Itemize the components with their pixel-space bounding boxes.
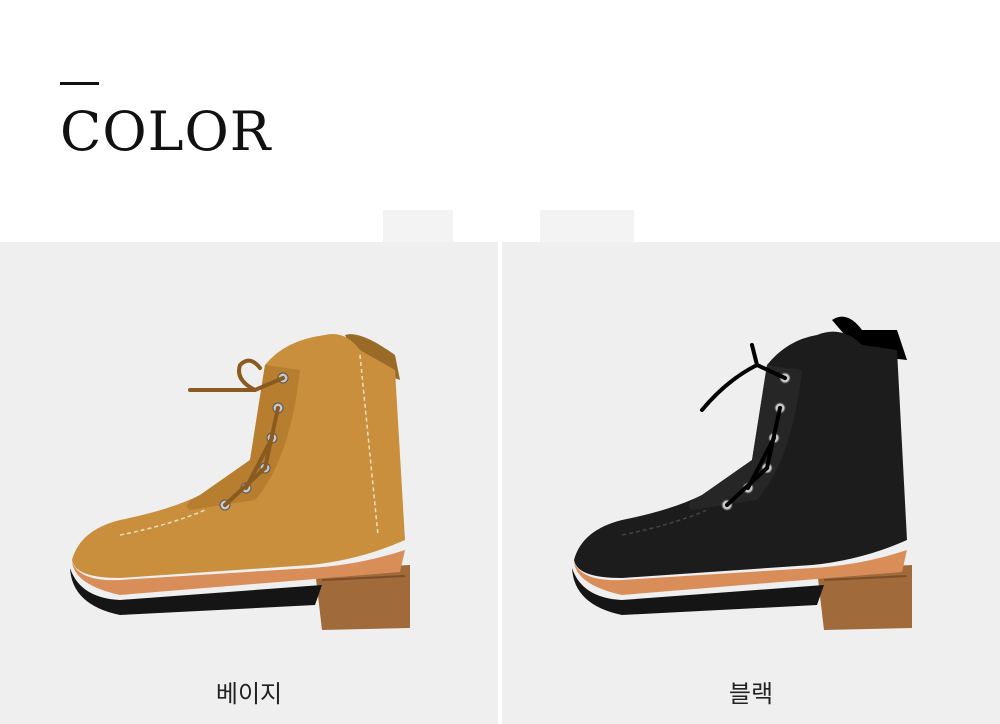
variant-label-beige: 베이지 <box>215 680 283 708</box>
image-edge <box>540 210 634 242</box>
image-edge <box>383 210 453 242</box>
title-accent-bar <box>60 82 99 85</box>
section-title: COLOR <box>60 100 272 163</box>
beige-boot-image <box>70 334 410 630</box>
variant-label-black: 블랙 <box>728 680 774 708</box>
black-boot-image <box>572 316 912 630</box>
